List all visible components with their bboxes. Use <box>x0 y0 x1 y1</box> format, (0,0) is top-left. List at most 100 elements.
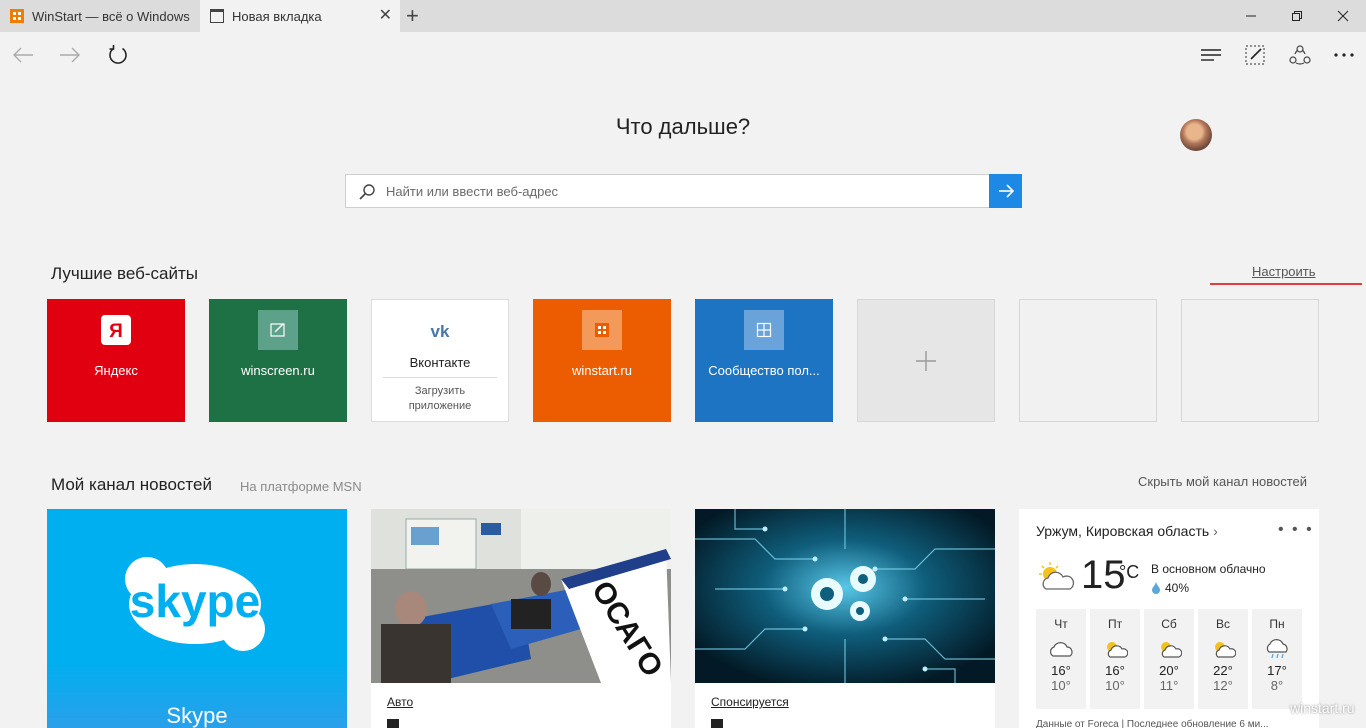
close-tab-icon[interactable]: ✕ <box>379 8 392 24</box>
forecast-day-name: Пт <box>1107 617 1123 631</box>
news-card-skype[interactable]: skype Skype <box>47 509 347 728</box>
forecast-high: 22° <box>1213 663 1233 678</box>
top-site-winstart[interactable]: winstart.ru <box>533 299 671 422</box>
forecast-day[interactable]: Пн 17° 8° <box>1252 609 1302 709</box>
empty-site-tile[interactable] <box>1181 299 1319 422</box>
forecast-day[interactable]: Сб 20° 11° <box>1144 609 1194 709</box>
hub-button[interactable] <box>1196 40 1226 70</box>
weather-unit[interactable]: °C <box>1119 562 1139 583</box>
weather-more-icon[interactable]: • • • <box>1278 521 1314 539</box>
partly-sunny-icon <box>1144 635 1194 663</box>
top-site-label: winstart.ru <box>572 363 632 378</box>
weather-card[interactable]: Уржум, Кировская область › • • • 15 °C В… <box>1019 509 1319 728</box>
highlight-underline <box>1210 283 1362 285</box>
humidity-drop-icon <box>1152 581 1160 594</box>
top-site-yandex[interactable]: Я Яндекс <box>47 299 185 422</box>
plus-icon <box>916 350 936 371</box>
page-icon <box>210 9 224 23</box>
user-avatar[interactable] <box>1180 119 1212 151</box>
yandex-icon: Я <box>96 310 136 350</box>
top-site-label: winscreen.ru <box>241 363 315 378</box>
winstart-favicon-icon <box>10 9 24 23</box>
tab-title: Новая вкладка <box>232 8 322 24</box>
top-site-vkontakte[interactable]: vk Вконтакте Загрузить приложение <box>371 299 509 422</box>
forecast-day[interactable]: Чт 16° 10° <box>1036 609 1086 709</box>
news-feed-title: Мой канал новостей <box>51 475 212 494</box>
forecast-high: 16° <box>1051 663 1071 678</box>
add-site-tile[interactable] <box>857 299 995 422</box>
more-dots-icon <box>1334 53 1354 57</box>
share-button[interactable] <box>1285 40 1315 70</box>
page-heading: Что дальше? <box>615 114 751 139</box>
share-icon <box>1289 45 1311 65</box>
weather-location[interactable]: Уржум, Кировская область › <box>1036 523 1218 539</box>
web-note-button[interactable] <box>1240 40 1270 70</box>
arrow-right-icon <box>998 184 1014 198</box>
empty-site-tile[interactable] <box>1019 299 1157 422</box>
back-button[interactable] <box>8 40 38 70</box>
refresh-button[interactable] <box>103 40 133 70</box>
forecast-low: 10° <box>1051 678 1071 693</box>
forecast-day-name: Вс <box>1215 617 1230 631</box>
forecast-high: 16° <box>1105 663 1125 678</box>
search-go-button[interactable] <box>989 174 1022 208</box>
winscreen-icon <box>258 310 298 350</box>
skype-logo-icon: skype <box>125 557 265 651</box>
close-window-button[interactable] <box>1320 0 1366 32</box>
refresh-icon <box>109 45 127 64</box>
news-card-category[interactable]: Авто <box>387 695 413 709</box>
forecast-high: 20° <box>1159 663 1179 678</box>
cloud-icon <box>1036 635 1086 663</box>
headline-fragment <box>711 719 723 728</box>
customize-link[interactable]: Настроить <box>1252 264 1316 279</box>
news-card-sponsored[interactable]: Спонсируется <box>695 509 995 728</box>
community-icon <box>744 310 784 350</box>
winstart-icon <box>582 310 622 350</box>
weather-condition: В основном облачно <box>1151 562 1266 576</box>
top-site-label: Вконтакте <box>409 355 471 370</box>
forward-arrow-icon <box>60 47 80 63</box>
forward-button[interactable] <box>55 40 85 70</box>
weather-source: Данные от Foreca | Последнее обновление … <box>1036 719 1269 728</box>
forecast-low: 10° <box>1105 678 1125 693</box>
tab-new-tab[interactable]: Новая вкладка ✕ <box>200 0 400 32</box>
partly-sunny-icon <box>1039 562 1075 590</box>
hub-icon <box>1201 49 1221 61</box>
title-bar: WinStart — всё о Windows Новая вкладка ✕… <box>0 0 1366 32</box>
tab-winstart[interactable]: WinStart — всё о Windows <box>0 0 200 32</box>
forecast-day-name: Пн <box>1269 617 1285 631</box>
restore-button[interactable] <box>1274 0 1320 32</box>
top-sites-title: Лучшие веб-сайты <box>51 264 198 283</box>
watermark: winstart.ru <box>1290 700 1355 716</box>
news-photo-circuit <box>695 509 995 683</box>
news-card-auto[interactable]: ОСАГО Авто <box>371 509 671 728</box>
top-site-label: Сообщество пол... <box>708 363 820 378</box>
more-menu-button[interactable] <box>1329 40 1359 70</box>
news-card-title: Skype <box>166 703 228 728</box>
minimize-button[interactable] <box>1228 0 1274 32</box>
web-note-icon <box>1245 45 1265 65</box>
search-box[interactable] <box>345 174 1022 208</box>
search-input[interactable] <box>386 175 986 207</box>
top-site-community[interactable]: Сообщество пол... <box>695 299 833 422</box>
forecast-high: 17° <box>1267 663 1287 678</box>
forecast-low: 8° <box>1270 678 1284 693</box>
new-tab-plus-icon[interactable]: + <box>406 5 419 27</box>
search-icon <box>359 184 375 200</box>
top-site-winscreen[interactable]: winscreen.ru <box>209 299 347 422</box>
svg-text:Я: Я <box>109 321 123 342</box>
divider <box>383 377 497 378</box>
forecast-low: 12° <box>1213 678 1233 693</box>
svg-text:vk: vk <box>431 322 450 340</box>
forecast-day[interactable]: Пт 16° 10° <box>1090 609 1140 709</box>
forecast-low: 11° <box>1159 678 1179 693</box>
chevron-right-icon: › <box>1213 523 1218 539</box>
top-site-label: Яндекс <box>94 363 138 378</box>
tab-title: WinStart — всё о Windows <box>32 8 190 24</box>
hide-news-feed-link[interactable]: Скрыть мой канал новостей <box>1138 474 1307 489</box>
news-card-category[interactable]: Спонсируется <box>711 695 789 709</box>
back-arrow-icon <box>13 47 33 63</box>
forecast-day[interactable]: Вс 22° 12° <box>1198 609 1248 709</box>
download-app-link[interactable]: Загрузить приложение <box>385 384 495 414</box>
msn-platform-label: На платформе MSN <box>240 479 362 494</box>
